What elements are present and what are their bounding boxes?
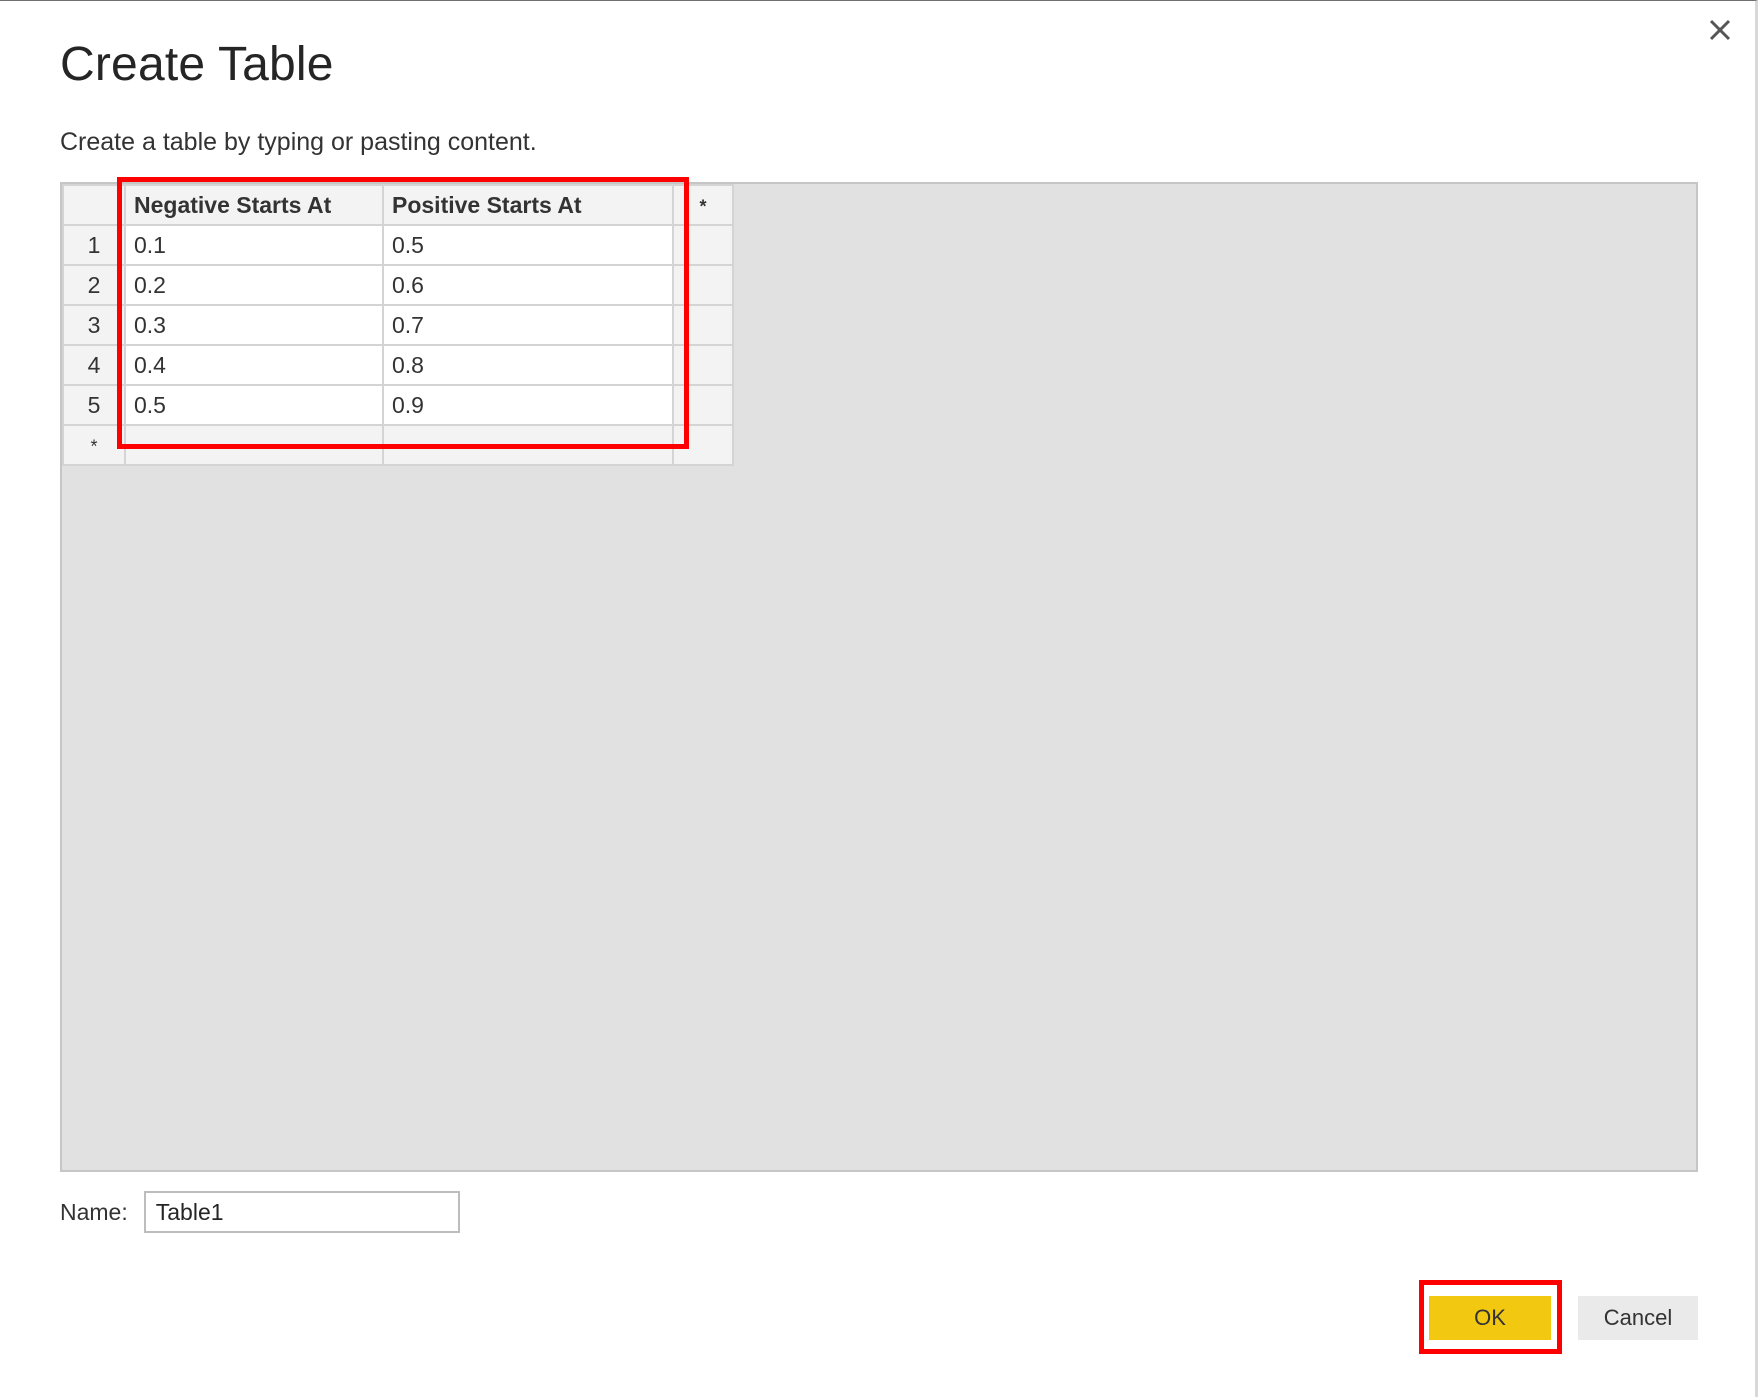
- add-row-cell[interactable]: [124, 424, 384, 466]
- table-row: 3 0.3 0.7: [62, 304, 734, 346]
- table-name-input[interactable]: [143, 1191, 460, 1233]
- table-row: 2 0.2 0.6: [62, 264, 734, 306]
- table-cell[interactable]: 0.5: [382, 224, 674, 266]
- add-column-marker: *: [699, 195, 707, 216]
- add-row-cell[interactable]: [382, 424, 674, 466]
- table-cell[interactable]: 0.4: [124, 344, 384, 386]
- row-number[interactable]: 4: [62, 344, 126, 386]
- create-table-dialog: Create Table Create a table by typing or…: [0, 0, 1758, 1397]
- add-column-cell[interactable]: [672, 304, 734, 346]
- dialog-subtitle: Create a table by typing or pasting cont…: [60, 128, 537, 156]
- data-grid: Negative Starts At Positive Starts At * …: [62, 184, 734, 466]
- table-cell[interactable]: 0.7: [382, 304, 674, 346]
- name-label: Name:: [60, 1198, 128, 1225]
- table-cell[interactable]: 0.1: [124, 224, 384, 266]
- add-row-marker: *: [90, 435, 98, 456]
- table-row: 4 0.4 0.8: [62, 344, 734, 386]
- add-column-cell[interactable]: [672, 224, 734, 266]
- add-row-marker-cell[interactable]: *: [62, 424, 126, 466]
- add-column-cell[interactable]: [672, 384, 734, 426]
- grid-corner-cell[interactable]: [62, 184, 126, 226]
- column-header-positive-starts-at[interactable]: Positive Starts At: [382, 184, 674, 226]
- table-cell[interactable]: 0.8: [382, 344, 674, 386]
- table-cell[interactable]: 0.3: [124, 304, 384, 346]
- row-number[interactable]: 1: [62, 224, 126, 266]
- row-number[interactable]: 3: [62, 304, 126, 346]
- close-icon: [1709, 19, 1731, 41]
- row-number[interactable]: 5: [62, 384, 126, 426]
- column-header-negative-starts-at[interactable]: Negative Starts At: [124, 184, 384, 226]
- table-grid-area[interactable]: Negative Starts At Positive Starts At * …: [60, 182, 1698, 1172]
- add-row: *: [62, 424, 734, 466]
- ok-button[interactable]: OK: [1429, 1296, 1551, 1340]
- header-row: Negative Starts At Positive Starts At *: [62, 184, 734, 226]
- row-number[interactable]: 2: [62, 264, 126, 306]
- table-cell[interactable]: 0.6: [382, 264, 674, 306]
- table-row: 1 0.1 0.5: [62, 224, 734, 266]
- add-row-cell[interactable]: [672, 424, 734, 466]
- add-column-cell[interactable]: [672, 344, 734, 386]
- dialog-title: Create Table: [60, 38, 334, 91]
- table-row: 5 0.5 0.9: [62, 384, 734, 426]
- add-column-cell[interactable]: [672, 264, 734, 306]
- table-cell[interactable]: 0.9: [382, 384, 674, 426]
- cancel-button[interactable]: Cancel: [1578, 1296, 1698, 1340]
- table-cell[interactable]: 0.5: [124, 384, 384, 426]
- table-cell[interactable]: 0.2: [124, 264, 384, 306]
- name-row: Name:: [60, 1191, 460, 1233]
- close-button[interactable]: [1703, 13, 1737, 47]
- add-column-cell[interactable]: *: [672, 184, 734, 226]
